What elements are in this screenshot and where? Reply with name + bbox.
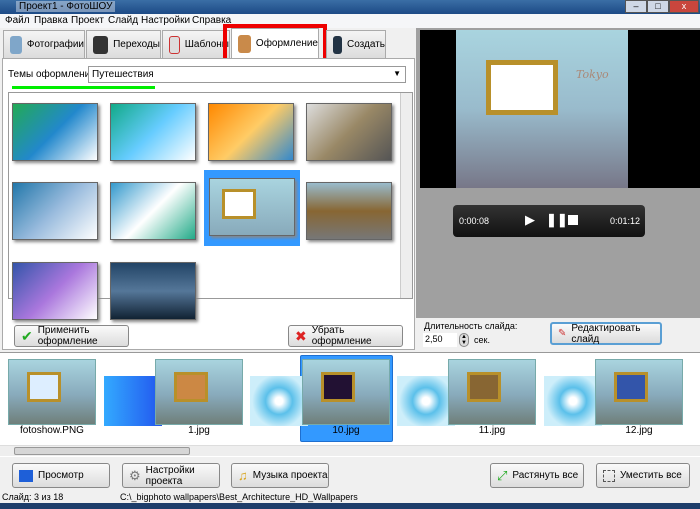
button-label: Настройки проекта — [145, 464, 195, 487]
edit-icon: ✎ — [558, 328, 567, 339]
film-transition[interactable] — [397, 376, 455, 426]
theme-thumb[interactable] — [306, 182, 392, 240]
themes-label: Темы оформлений: — [8, 69, 99, 80]
remove-design-button[interactable]: ✖ Убрать оформление — [288, 325, 403, 347]
stretch-all-button[interactable]: ⤢ Растянуть все — [490, 463, 584, 488]
menu-settings[interactable]: Настройки — [141, 15, 190, 26]
filmstrip-scrollbar[interactable] — [0, 445, 700, 456]
button-label: Применить оформление — [37, 325, 98, 347]
highlight-box — [223, 24, 327, 62]
templates-icon — [169, 35, 180, 54]
status-path: C:\_bigphoto wallpapers\Best_Architectur… — [120, 492, 358, 502]
menu-project[interactable]: Проект — [71, 15, 104, 26]
preview-frame — [486, 60, 558, 115]
camera-icon — [333, 35, 342, 54]
total-time: 0:01:12 — [610, 216, 641, 226]
play-icon[interactable]: ▶ — [525, 212, 535, 228]
tab-label: Переходы — [113, 39, 160, 50]
theme-thumb[interactable] — [12, 182, 98, 240]
button-label: Убрать оформление — [311, 325, 372, 347]
theme-thumb[interactable] — [12, 262, 98, 320]
project-music-button[interactable]: ♫ Музыка проекта — [231, 463, 329, 488]
theme-thumb[interactable] — [306, 103, 392, 161]
tab-create[interactable]: Создать — [326, 30, 386, 58]
preview-button[interactable]: Просмотр — [12, 463, 110, 488]
scroll-thumb[interactable] — [14, 447, 190, 455]
film-caption: 10.jpg — [332, 425, 360, 436]
close-button[interactable]: x — [669, 0, 699, 13]
film-caption: 1.jpg — [188, 425, 210, 436]
themes-select[interactable]: Путешествия ▼ — [88, 66, 406, 83]
transitions-icon — [93, 35, 109, 54]
project-settings-button[interactable]: ⚙ Настройки проекта — [122, 463, 220, 488]
fit-icon — [603, 469, 615, 482]
tab-label: Создать — [346, 39, 385, 50]
film-caption: fotoshow.PNG — [20, 425, 84, 436]
tab-photos[interactable]: Фотографии — [3, 30, 85, 58]
x-icon: ✖ — [295, 327, 307, 344]
film-slide[interactable]: fotoshow.PNG — [8, 359, 96, 436]
film-slide[interactable]: 10.jpg — [302, 359, 390, 436]
theme-thumb[interactable] — [208, 103, 294, 161]
duration-unit: сек. — [474, 335, 490, 345]
tab-transitions[interactable]: Переходы — [86, 30, 161, 58]
button-label: Растянуть все — [512, 470, 579, 481]
taskbar — [0, 503, 700, 509]
stop-icon[interactable] — [568, 215, 578, 225]
checkmark-icon: ✔ — [21, 327, 33, 344]
photos-icon — [10, 35, 22, 54]
duration-label: Длительность слайда: — [424, 321, 518, 331]
button-label: Просмотр — [38, 470, 84, 481]
preview-caption: Tokyo — [576, 68, 609, 81]
preview-slide: Tokyo — [456, 30, 628, 188]
menu-slide[interactable]: Слайд — [108, 15, 138, 26]
menu-bar: Файл Правка Проект Слайд Настройки Справ… — [0, 14, 700, 28]
duration-input[interactable]: 2,50 — [423, 333, 457, 347]
theme-thumb[interactable] — [12, 103, 98, 161]
music-icon: ♫ — [238, 468, 248, 483]
edit-slide-button[interactable]: ✎ Редактировать слайд — [550, 322, 662, 345]
tab-label: Фотографии — [26, 39, 84, 50]
window-title: Проект1 - ФотоШОУ — [16, 1, 116, 12]
theme-thumb-selected[interactable] — [209, 178, 295, 236]
monitor-icon — [19, 469, 33, 482]
theme-thumb[interactable] — [110, 262, 196, 320]
film-transition[interactable] — [250, 376, 308, 426]
film-slide[interactable]: 12.jpg — [595, 359, 683, 436]
theme-thumb[interactable] — [110, 103, 196, 161]
film-transition[interactable] — [544, 376, 602, 426]
film-caption: 12.jpg — [625, 425, 653, 436]
title-bar: Проект1 - ФотоШОУ – □ x — [0, 0, 700, 14]
button-label: Уместить все — [620, 470, 682, 481]
green-underline — [12, 86, 155, 89]
chevron-down-icon: ▼ — [393, 69, 401, 78]
fit-all-button[interactable]: Уместить все — [596, 463, 690, 488]
player-controls: 0:00:08 ▶ ❚❚ 0:01:12 — [453, 205, 645, 237]
preview-screen: Tokyo — [420, 30, 700, 188]
themes-value: Путешествия — [92, 69, 154, 80]
status-bar: Слайд: 3 из 18 C:\_bigphoto wallpapers\B… — [0, 490, 700, 503]
theme-thumb[interactable] — [110, 182, 196, 240]
minimize-button[interactable]: – — [625, 0, 647, 13]
duration-spinner[interactable]: ▲ ▼ — [459, 333, 469, 347]
stretch-icon: ⤢ — [497, 467, 508, 483]
maximize-button[interactable]: □ — [647, 0, 669, 13]
apply-design-button[interactable]: ✔ Применить оформление — [14, 325, 129, 347]
menu-edit[interactable]: Правка — [34, 15, 68, 26]
tab-templates[interactable]: Шаблоны — [162, 30, 230, 58]
film-slide[interactable]: 1.jpg — [155, 359, 243, 436]
film-caption: 11.jpg — [478, 425, 506, 436]
film-transition[interactable] — [104, 376, 162, 426]
status-slide: Слайд: 3 из 18 — [2, 492, 64, 502]
current-time: 0:00:08 — [459, 216, 490, 226]
themes-scrollbar[interactable] — [400, 93, 412, 298]
pause-icon[interactable]: ❚❚ — [546, 212, 568, 228]
button-label: Музыка проекта — [252, 470, 328, 481]
menu-file[interactable]: Файл — [5, 15, 30, 26]
film-slide[interactable]: 11.jpg — [448, 359, 536, 436]
button-label: Редактировать слайд — [571, 322, 641, 345]
gear-icon: ⚙ — [129, 467, 141, 483]
